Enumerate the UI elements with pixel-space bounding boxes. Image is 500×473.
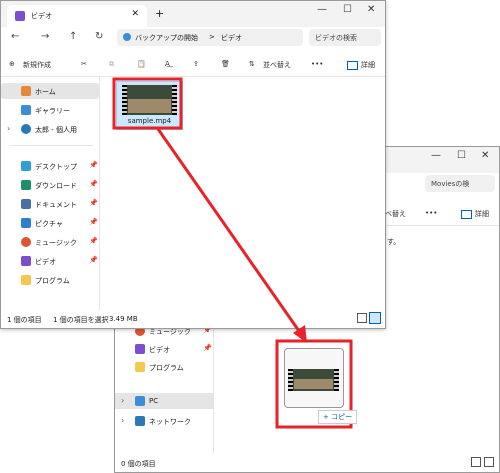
drag-ghost [284, 348, 344, 408]
annotation-overlay [112, 77, 353, 429]
video-thumbnail [288, 369, 339, 391]
copy-tooltip: + コピー [318, 410, 358, 424]
source-highlight-box [112, 77, 183, 130]
drag-arrow [156, 128, 301, 332]
